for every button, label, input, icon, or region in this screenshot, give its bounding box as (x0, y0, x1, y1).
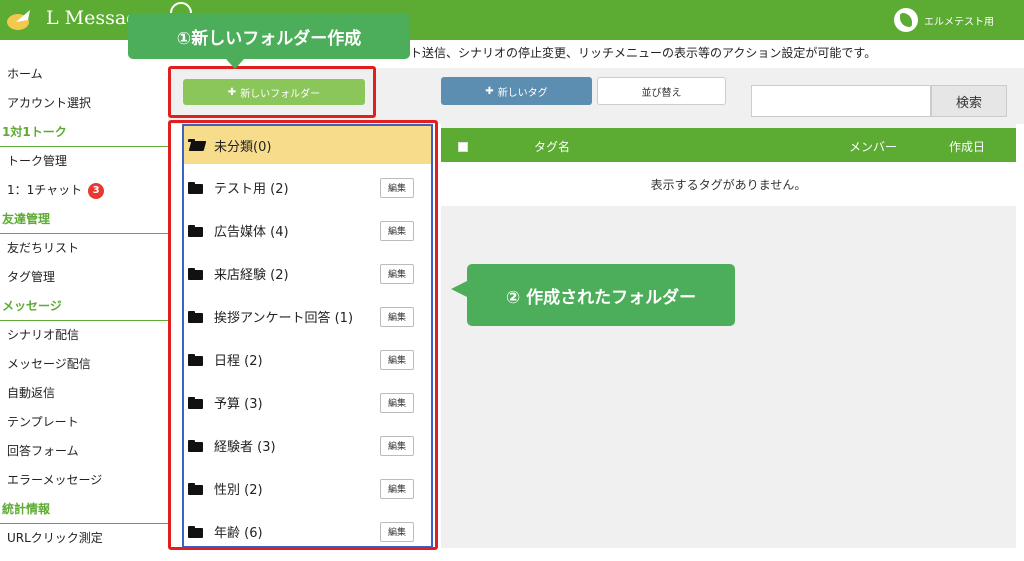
sidebar-item[interactable]: メッセージ配信 (0, 350, 168, 379)
account-avatar-icon (894, 8, 918, 32)
brand-logo-icon (6, 8, 32, 32)
search-input[interactable] (751, 85, 931, 117)
sidebar-item-label: 回答フォーム (7, 444, 79, 458)
sort-button[interactable]: 並び替え (597, 77, 726, 105)
unread-badge: 3 (88, 182, 105, 199)
sidebar-item-label: 自動返信 (7, 386, 56, 400)
account-name: エルメテスト用 (924, 16, 994, 28)
column-member[interactable]: メンバー (849, 138, 897, 155)
new-tag-label: 新しいタグ (497, 87, 548, 99)
sidebar-item[interactable]: 回答フォーム (0, 437, 168, 466)
sidebar-item[interactable]: テンプレート (0, 408, 168, 437)
tag-table: タグ名 メンバー 作成日 表示するタグがありません。 (441, 124, 1016, 548)
column-created-date[interactable]: 作成日 (949, 138, 985, 155)
sidebar-item[interactable]: 1：1チャット 3 (0, 176, 168, 205)
sidebar-item[interactable]: 自動返信 (0, 379, 168, 408)
sidebar-item-label: シナリオ配信 (7, 328, 80, 342)
sidebar-item[interactable]: エラーメッセージ (0, 466, 168, 495)
sidebar-heading: 統計情報 (0, 495, 168, 524)
sidebar-item[interactable]: URLクリック測定 (0, 524, 168, 553)
sidebar-item-label: URLクリック測定 (7, 531, 103, 545)
sidebar-item-label: 友だちリスト (7, 241, 80, 255)
callout-new-folder: ①新しいフォルダー作成 (128, 13, 410, 69)
sidebar-item[interactable]: 友だちリスト (0, 234, 168, 263)
sidebar-item-label: ホーム (7, 67, 43, 81)
sidebar-heading: 友達管理 (0, 205, 168, 234)
sidebar-item-label: トーク管理 (7, 154, 68, 168)
app-root: L Messag エルメテスト用 ート送信、シナリオの停止変更、リッチメニューの… (0, 0, 1024, 561)
search-button[interactable]: 検索 (931, 85, 1007, 117)
sidebar-item-label: メッセージ配信 (7, 357, 91, 371)
sidebar-item-label: エラーメッセージ (7, 473, 103, 487)
brand-name: L Messag (46, 7, 139, 29)
sidebar-item-label: タグ管理 (7, 270, 56, 284)
sidebar-item[interactable]: トーク管理 (0, 147, 168, 176)
highlight-new-folder (168, 66, 376, 118)
account-switcher[interactable]: エルメテスト用 (894, 8, 994, 32)
sidebar-item[interactable]: アカウント選択 (0, 89, 168, 118)
plus-icon: ✚ (485, 85, 494, 97)
sidebar-item-label: メッセージ (2, 299, 62, 313)
sidebar-item-label: アカウント選択 (7, 96, 92, 110)
sidebar-item-label: 統計情報 (2, 502, 51, 516)
sidebar-item[interactable]: ホーム (0, 60, 168, 89)
sidebar-heading: 1対1トーク (0, 118, 168, 147)
page-description: ート送信、シナリオの停止変更、リッチメニューの表示等のアクション設定が可能です。 (398, 46, 877, 60)
column-tag-name[interactable]: タグ名 (534, 138, 570, 155)
select-all-checkbox[interactable] (458, 142, 468, 152)
sidebar-item[interactable]: タグ管理 (0, 263, 168, 292)
tag-table-header: タグ名 メンバー 作成日 (441, 128, 1016, 162)
sidebar-item-label: 1：1チャット (7, 183, 83, 197)
new-tag-button[interactable]: ✚ 新しいタグ (441, 77, 592, 105)
highlight-folder-list (168, 120, 438, 550)
callout-created-folder: ② 作成されたフォルダー (451, 264, 735, 326)
sidebar-item-label: 友達管理 (2, 212, 51, 226)
sidebar-item-label: テンプレート (7, 415, 79, 429)
sidebar-heading: メッセージ (0, 292, 168, 321)
empty-message: 表示するタグがありません。 (441, 162, 1016, 206)
sidebar: ホームアカウント選択 1対1トーク トーク管理 1：1チャット 3 友達管理友だちリストタ… (0, 60, 168, 553)
sidebar-item-label: 1対1トーク (2, 125, 67, 139)
sidebar-item[interactable]: シナリオ配信 (0, 321, 168, 350)
